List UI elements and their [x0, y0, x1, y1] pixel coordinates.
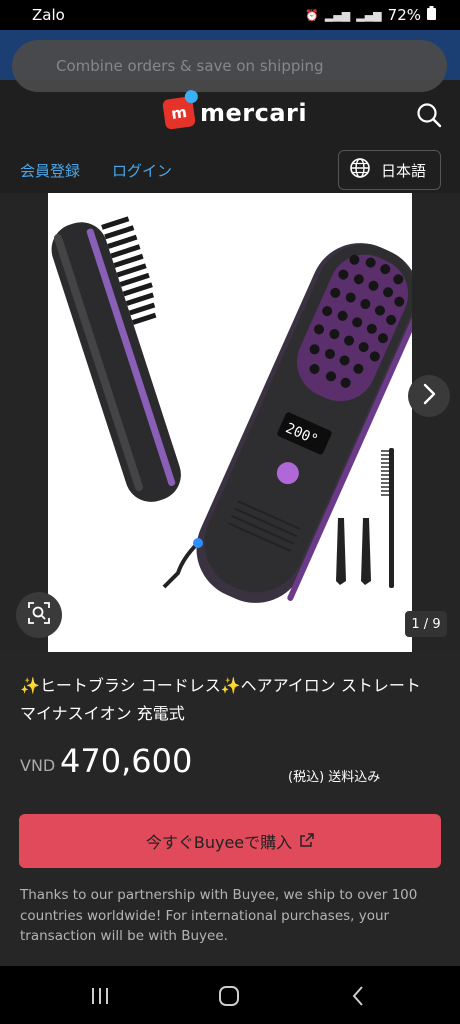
item-title: ✨ヒートブラシ コードレス✨ヘアアイロン ストレート マイナスイオン 充電式 [20, 676, 421, 723]
login-link[interactable]: ログイン [112, 160, 172, 181]
lens-search-icon [27, 601, 51, 629]
buy-with-buyee-button[interactable]: 今すぐBuyeeで購入 [19, 814, 441, 868]
status-app-label: Zalo [32, 6, 65, 24]
language-label: 日本語 [381, 161, 427, 180]
battery-level: 72% [387, 6, 421, 24]
image-search-button[interactable] [16, 592, 62, 638]
tax-shipping-note: (税込) 送料込み [288, 770, 381, 785]
item-info: ✨ヒートブラシ コードレス✨ヘアアイロン ストレート マイナスイオン 充電式 V… [0, 652, 460, 798]
logo-mark-letter: m [169, 103, 188, 124]
status-bar: Zalo ⏰ ▂▄▆ ▂▄▆ 72% [0, 0, 460, 30]
next-image-button[interactable] [408, 375, 450, 417]
mercari-logo[interactable]: m mercari [162, 89, 308, 130]
brush-side-view [51, 216, 181, 502]
logo-text: mercari [200, 99, 308, 127]
register-link[interactable]: 会員登録 [20, 160, 80, 181]
site-header: m mercari [0, 89, 460, 144]
price-currency: VND [20, 756, 56, 775]
language-button[interactable]: 日本語 [338, 150, 441, 190]
recent-apps-icon[interactable] [86, 982, 114, 1010]
brush-front-view: 200° [196, 243, 412, 603]
toast-message: Combine orders & save on shipping [12, 40, 447, 92]
signal-icon: ▂▄▆ [324, 8, 351, 22]
home-icon[interactable] [215, 982, 243, 1010]
product-image[interactable]: 200° [48, 193, 412, 652]
globe-icon [349, 157, 371, 183]
back-icon[interactable] [344, 982, 372, 1010]
image-gallery: 200° 1 / 9 [0, 193, 460, 652]
signal-icon-2: ▂▄▆ [356, 8, 382, 22]
alarm-icon: ⏰ [305, 8, 319, 22]
system-navigation-bar [0, 966, 460, 1024]
logo-mark: m [162, 89, 199, 130]
account-nav: 会員登録 ログイン 日本語 [0, 144, 460, 194]
external-link-icon [300, 832, 314, 851]
chevron-right-icon [420, 383, 438, 409]
logo-dot [183, 89, 199, 104]
search-icon[interactable] [414, 100, 444, 130]
status-right: ⏰ ▂▄▆ ▂▄▆ 72% [305, 6, 436, 24]
buy-button-label: 今すぐBuyeeで購入 [145, 833, 293, 852]
item-price: 470,600 [60, 742, 193, 780]
charging-cable [162, 541, 200, 589]
buyee-partnership-note: Thanks to our partnership with Buyee, we… [20, 887, 418, 944]
battery-icon [427, 6, 436, 24]
purchase-section: 今すぐBuyeeで購入 Thanks to our partnership wi… [0, 797, 460, 967]
image-counter: 1 / 9 [405, 611, 447, 637]
